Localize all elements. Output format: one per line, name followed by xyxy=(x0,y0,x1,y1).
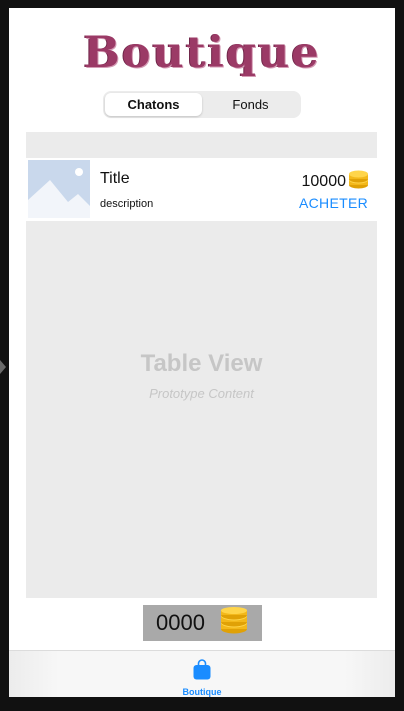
buy-button[interactable]: ACHETER xyxy=(299,195,368,211)
tab-bar: Boutique xyxy=(9,650,395,697)
coin-stack-icon xyxy=(219,606,249,640)
price-value: 10000 xyxy=(301,173,347,190)
segment-chatons[interactable]: Chatons xyxy=(105,93,202,116)
tab-bar-edge xyxy=(345,651,395,697)
table-row[interactable]: Title description 10000 ACHETER xyxy=(26,158,377,221)
segment-fonds[interactable]: Fonds xyxy=(202,93,299,116)
app-screen: Boutique Chatons Fonds Title description… xyxy=(9,8,395,697)
segmented-control: Chatons Fonds xyxy=(103,91,301,118)
tab-label: Boutique xyxy=(182,687,222,697)
table-placeholder-title: Table View xyxy=(140,350,263,377)
item-price: 10000 xyxy=(302,170,370,194)
tab-boutique[interactable]: Boutique xyxy=(171,659,233,697)
item-title: Title xyxy=(100,170,130,187)
item-description: description xyxy=(100,198,154,210)
page-title: Boutique xyxy=(83,28,321,78)
table-placeholder-subtitle: Prototype Content xyxy=(149,386,254,401)
tab-bar-edge xyxy=(9,651,59,697)
image-placeholder-icon xyxy=(28,160,90,218)
side-arrow-indicator xyxy=(0,360,6,374)
shopping-bag-icon xyxy=(193,659,211,685)
balance-value: 0000 xyxy=(156,610,205,635)
coin-balance: 0000 xyxy=(143,605,262,641)
table-view[interactable]: Title description 10000 ACHETER Table Vi… xyxy=(26,132,377,598)
coin-stack-icon xyxy=(348,170,369,194)
